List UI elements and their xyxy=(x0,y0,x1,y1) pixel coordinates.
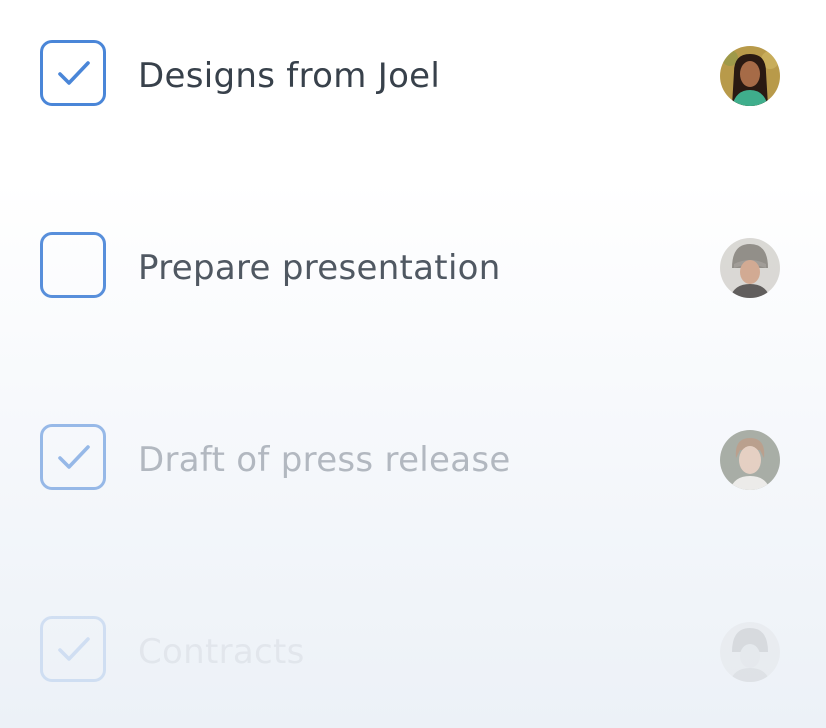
checkmark-icon xyxy=(58,637,90,661)
task-checkbox[interactable] xyxy=(40,616,106,682)
checkmark-icon xyxy=(58,445,90,469)
avatar-woman-hat-icon[interactable] xyxy=(720,622,780,682)
task-label[interactable]: Designs from Joel xyxy=(138,54,440,98)
avatar-man-brown-hair-icon[interactable] xyxy=(720,430,780,490)
task-checkbox[interactable] xyxy=(40,232,106,298)
task-checkbox[interactable] xyxy=(40,40,106,106)
task-list: Designs from Joel Prepare presentation D… xyxy=(0,0,826,728)
task-row-designs-from-joel: Designs from Joel xyxy=(0,36,826,116)
task-row-prepare-presentation: Prepare presentation xyxy=(0,228,826,308)
avatar-woman-beanie-icon[interactable] xyxy=(720,238,780,298)
task-checkbox[interactable] xyxy=(40,424,106,490)
task-row-contracts: Contracts xyxy=(0,612,826,692)
task-label[interactable]: Prepare presentation xyxy=(138,246,501,290)
task-label[interactable]: Contracts xyxy=(138,630,305,674)
checkmark-icon xyxy=(58,61,90,85)
task-label[interactable]: Draft of press release xyxy=(138,438,511,482)
avatar-woman-dark-hair-icon[interactable] xyxy=(720,46,780,106)
task-row-draft-of-press-release: Draft of press release xyxy=(0,420,826,500)
